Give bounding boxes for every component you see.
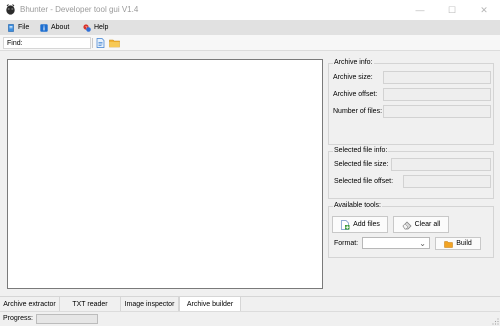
selected-file-offset-field bbox=[403, 175, 491, 188]
app-window: Bhunter - Developer tool gui V1.4 — ☐ ✕ … bbox=[0, 0, 500, 326]
available-tools-group: Available tools: Add files Clear all For… bbox=[328, 202, 494, 258]
close-button[interactable]: ✕ bbox=[468, 0, 500, 20]
available-tools-title: Available tools: bbox=[333, 202, 382, 209]
info-icon bbox=[40, 23, 48, 32]
find-input[interactable] bbox=[30, 38, 90, 48]
selected-file-info-title: Selected file info: bbox=[333, 147, 389, 154]
tab-label: TXT reader bbox=[72, 300, 108, 308]
archive-size-field bbox=[383, 71, 491, 84]
format-label: Format: bbox=[334, 240, 359, 247]
clear-all-button[interactable]: Clear all bbox=[393, 216, 449, 233]
help-icon: ? bbox=[83, 23, 91, 32]
resize-grip-icon[interactable] bbox=[491, 317, 499, 325]
progress-bar bbox=[36, 314, 98, 324]
add-files-label: Add files bbox=[353, 221, 380, 228]
folder-icon[interactable] bbox=[109, 38, 120, 48]
archive-info-title: Archive info: bbox=[333, 59, 374, 66]
find-box[interactable]: Find: bbox=[3, 37, 91, 49]
tab-strip: Archive extractor TXT reader Image inspe… bbox=[0, 296, 500, 311]
minimize-button[interactable]: — bbox=[404, 0, 436, 20]
tab-image-inspector[interactable]: Image inspector bbox=[121, 297, 179, 311]
tab-archive-extractor[interactable]: Archive extractor bbox=[0, 297, 60, 311]
find-toolbar: Find: bbox=[0, 35, 500, 51]
tab-label: Archive extractor bbox=[3, 300, 56, 308]
menu-help[interactable]: ? Help bbox=[83, 22, 108, 33]
menu-file[interactable]: File bbox=[7, 22, 29, 33]
progress-label: Progress: bbox=[3, 315, 33, 322]
build-button[interactable]: Build bbox=[435, 237, 481, 250]
maximize-icon: ☐ bbox=[447, 4, 457, 15]
window-title: Bhunter - Developer tool gui V1.4 bbox=[20, 5, 139, 14]
archive-offset-label: Archive offset: bbox=[333, 91, 378, 98]
menu-about-label: About bbox=[51, 24, 70, 31]
minimize-icon: — bbox=[415, 5, 425, 15]
title-bar[interactable]: Bhunter - Developer tool gui V1.4 — ☐ ✕ bbox=[0, 0, 500, 20]
status-bar: Progress: bbox=[0, 311, 500, 326]
tab-label: Image inspector bbox=[124, 300, 175, 308]
build-label: Build bbox=[456, 240, 472, 247]
archive-offset-field bbox=[383, 88, 491, 101]
app-logo-icon bbox=[6, 4, 15, 15]
tab-archive-builder[interactable]: Archive builder bbox=[179, 297, 241, 311]
file-icon bbox=[8, 23, 14, 32]
format-select[interactable]: ⌄ bbox=[362, 237, 430, 249]
menu-about[interactable]: About bbox=[40, 22, 69, 33]
number-of-files-field bbox=[383, 105, 491, 118]
close-icon: ✕ bbox=[480, 4, 488, 15]
menu-bar: File About ? Help bbox=[0, 20, 500, 35]
build-folder-icon bbox=[444, 240, 453, 248]
number-of-files-label: Number of files: bbox=[333, 108, 383, 115]
archive-size-label: Archive size: bbox=[333, 74, 373, 81]
selected-file-offset-label: Selected file offset: bbox=[334, 178, 394, 185]
menu-help-label: Help bbox=[94, 24, 109, 31]
selected-file-size-field bbox=[391, 158, 491, 171]
chevron-down-icon: ⌄ bbox=[419, 239, 426, 248]
eraser-icon bbox=[402, 221, 412, 229]
clear-all-label: Clear all bbox=[414, 221, 441, 228]
toolbar-separator bbox=[92, 38, 93, 48]
add-files-button[interactable]: Add files bbox=[332, 216, 388, 233]
archive-info-group: Archive info: Archive size: Archive offs… bbox=[328, 59, 494, 145]
document-icon[interactable] bbox=[96, 38, 105, 48]
tab-label: Archive builder bbox=[186, 300, 234, 308]
menu-file-label: File bbox=[18, 24, 30, 31]
file-list[interactable] bbox=[7, 59, 323, 289]
find-label: Find: bbox=[7, 40, 23, 47]
add-file-icon bbox=[341, 219, 350, 230]
tab-txt-reader[interactable]: TXT reader bbox=[60, 297, 121, 311]
selected-file-size-label: Selected file size: bbox=[334, 161, 389, 168]
maximize-button[interactable]: ☐ bbox=[436, 0, 468, 20]
selected-file-info-group: Selected file info: Selected file size: … bbox=[328, 147, 494, 199]
